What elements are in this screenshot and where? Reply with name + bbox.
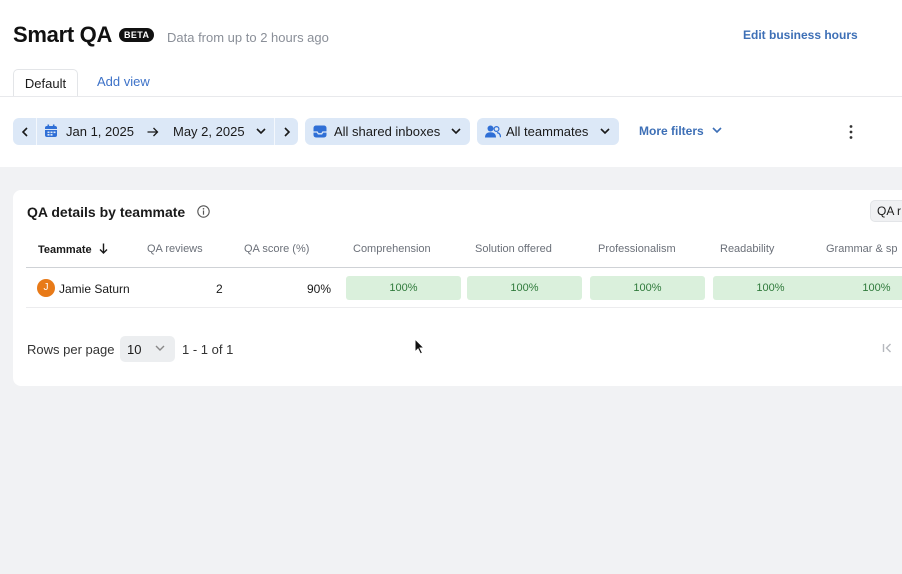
data-freshness-note: Data from up to 2 hours ago xyxy=(167,30,329,45)
teammates-filter[interactable]: All teammates xyxy=(477,118,619,145)
first-page-icon[interactable] xyxy=(882,343,892,353)
column-header-teammate[interactable]: Teammate xyxy=(38,243,108,256)
inbox-filter[interactable]: All shared inboxes xyxy=(305,118,470,145)
date-range-picker: Jan 1, 2025 May 2, 2025 xyxy=(13,118,298,145)
chevron-down-icon[interactable] xyxy=(712,127,722,134)
column-header-comprehension[interactable]: Comprehension xyxy=(353,243,431,255)
next-period-button[interactable] xyxy=(275,118,298,145)
more-filters-button[interactable]: More filters xyxy=(639,124,704,138)
inbox-filter-label: All shared inboxes xyxy=(334,124,441,139)
teammate-name[interactable]: Jamie Saturn xyxy=(59,282,130,296)
column-header-solution-offered[interactable]: Solution offered xyxy=(475,243,552,255)
column-header-qa-score[interactable]: QA score (%) xyxy=(244,243,309,255)
column-header-grammar[interactable]: Grammar & sp xyxy=(826,243,898,255)
mouse-cursor-icon xyxy=(414,338,425,355)
column-header-professionalism[interactable]: Professionalism xyxy=(598,243,676,255)
chevron-down-icon xyxy=(155,345,165,351)
top-header-area: Smart QA BETA Data from up to 2 hours ag… xyxy=(0,0,902,167)
tab-default[interactable]: Default xyxy=(13,69,78,97)
qa-score-value: 90% xyxy=(307,282,332,296)
date-range-button[interactable]: Jan 1, 2025 May 2, 2025 xyxy=(37,118,274,145)
row-divider xyxy=(26,307,902,308)
pagination-range: 1 - 1 of 1 xyxy=(182,342,234,357)
edit-business-hours-link[interactable]: Edit business hours xyxy=(743,28,858,42)
comprehension-score: 100% xyxy=(346,276,461,300)
grammar-score: 100% xyxy=(819,276,902,300)
tab-divider xyxy=(0,96,902,97)
avatar: J xyxy=(37,279,55,297)
card-title: QA details by teammate xyxy=(27,204,186,220)
rows-per-page-value: 10 xyxy=(127,342,142,357)
chevron-right-icon xyxy=(283,126,290,137)
chevron-left-icon xyxy=(21,126,28,137)
arrow-down-icon xyxy=(99,243,108,254)
professionalism-score: 100% xyxy=(590,276,705,300)
teammates-filter-label: All teammates xyxy=(506,124,589,139)
tab-add-view[interactable]: Add view xyxy=(97,74,150,89)
chevron-down-icon xyxy=(256,128,266,135)
qa-details-card: QA details by teammate QA r Teammate QA … xyxy=(13,190,902,386)
inbox-icon xyxy=(313,125,327,138)
people-icon xyxy=(485,125,501,138)
column-header-readability[interactable]: Readability xyxy=(720,243,774,255)
readability-score: 100% xyxy=(713,276,828,300)
rows-per-page-label: Rows per page xyxy=(27,342,115,357)
arrow-right-icon xyxy=(147,127,159,137)
beta-badge: BETA xyxy=(119,28,155,42)
qa-reviews-count: 2 xyxy=(216,282,223,296)
column-header-qa-reviews[interactable]: QA reviews xyxy=(147,243,203,255)
prev-period-button[interactable] xyxy=(13,118,36,145)
date-start: Jan 1, 2025 xyxy=(66,124,134,139)
page-title: Smart QA xyxy=(13,22,113,47)
kebab-icon[interactable] xyxy=(846,124,856,140)
solution-offered-score: 100% xyxy=(467,276,582,300)
rows-per-page-select[interactable]: 10 xyxy=(120,336,175,362)
info-icon[interactable] xyxy=(197,205,210,218)
calendar-icon xyxy=(45,124,57,137)
qa-reviews-button[interactable]: QA r xyxy=(870,200,902,222)
table-header-divider xyxy=(26,267,902,268)
date-end: May 2, 2025 xyxy=(173,124,245,139)
chevron-down-icon xyxy=(451,128,461,135)
chevron-down-icon xyxy=(600,128,610,135)
